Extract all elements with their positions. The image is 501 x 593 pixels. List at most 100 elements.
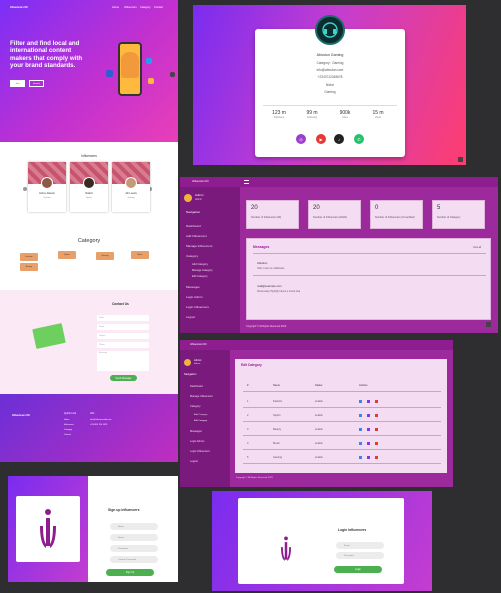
scroll-up-icon[interactable]: [170, 72, 175, 77]
sidebar-item-login-admin[interactable]: Login Admin: [186, 295, 203, 299]
contact-heading: Contact Us: [112, 302, 129, 306]
view-icon[interactable]: [367, 456, 370, 459]
influencer-card[interactable]: Rashid Sports: [70, 162, 108, 212]
category-tag[interactable]: Music: [131, 251, 149, 259]
subject-field[interactable]: Subject: [97, 333, 149, 339]
influencer-name: Ezinne Daniels: [39, 193, 55, 195]
password-field[interactable]: Password: [336, 552, 384, 559]
phone-field[interactable]: Phone: [97, 342, 149, 348]
sidebar-sub-edit-category[interactable]: Edit Category: [192, 275, 208, 278]
dashboard-brand[interactable]: Influencers Dir: [192, 180, 209, 183]
delete-icon[interactable]: [375, 414, 378, 417]
messages-title: Messages: [253, 245, 270, 249]
sidebar-item-login-influencers[interactable]: Login Influencers: [190, 450, 210, 453]
nav-home[interactable]: Home: [112, 6, 119, 9]
category-tag[interactable]: Beauty: [20, 263, 38, 271]
influencer-card[interactable]: Ezinne Daniels Fashion: [28, 162, 66, 212]
name-field[interactable]: Name: [97, 315, 149, 321]
sidebar-item-messages[interactable]: Messages: [190, 430, 202, 433]
sidebar-item-messages[interactable]: Messages: [186, 285, 200, 289]
sidebar-item-login-influencers[interactable]: Login Influencers: [186, 305, 209, 309]
brand-logo[interactable]: Influencers Dir: [10, 6, 28, 9]
edit-icon[interactable]: [359, 456, 362, 459]
email-field[interactable]: Email: [97, 324, 149, 330]
tiktok-icon[interactable]: ♪: [334, 134, 344, 144]
message-sender[interactable]: mail@example.com: [257, 284, 282, 288]
instagram-icon[interactable]: ◎: [296, 134, 306, 144]
view-icon[interactable]: [367, 414, 370, 417]
influencer-card[interactable]: John Lewis Gaming: [112, 162, 150, 212]
sidebar-sub-manage-category[interactable]: Manage Category: [192, 269, 213, 272]
stat-followers: 123 m Followers: [272, 110, 286, 119]
view-icon[interactable]: [367, 400, 370, 403]
twitter-icon: [146, 58, 152, 64]
edit-icon[interactable]: [359, 442, 362, 445]
delete-icon[interactable]: [375, 456, 378, 459]
sidebar-item-logout[interactable]: Logout: [186, 315, 195, 319]
password-field[interactable]: Password: [110, 545, 158, 552]
messages-panel: Messages View all Abiodun Hello I want t…: [246, 238, 491, 320]
delete-icon[interactable]: [375, 400, 378, 403]
avatar: [184, 194, 192, 202]
message-field[interactable]: Message: [97, 351, 149, 371]
profile-email: info@abiodun.com: [316, 68, 344, 72]
footer-link-home[interactable]: Home: [64, 419, 69, 422]
sidebar-item-manage-influencers[interactable]: Manage Influencers: [186, 244, 212, 248]
dashboard-sidebar: Admin Admin Navigation Dashboard Add Inf…: [180, 187, 240, 333]
sidebar-item-login-admin[interactable]: Login Admin: [190, 440, 204, 443]
edit-icon[interactable]: [359, 414, 362, 417]
email-field[interactable]: Email: [110, 534, 158, 541]
scroll-up-icon[interactable]: [486, 322, 491, 327]
whatsapp-icon[interactable]: ✆: [354, 134, 364, 144]
sidebar-sub-add-category[interactable]: Add Category: [192, 263, 208, 266]
signup-button[interactable]: Sign Up: [106, 569, 154, 576]
stat-card: 20 Number of Influencers (Delhi): [308, 200, 361, 229]
category-tag[interactable]: Fashion: [20, 253, 38, 261]
view-icon[interactable]: [367, 428, 370, 431]
nav-contact[interactable]: Contact: [154, 6, 163, 9]
headphones-icon: [322, 22, 338, 38]
view-all-link[interactable]: View all: [473, 246, 481, 249]
login-button[interactable]: Login: [334, 566, 382, 573]
view-icon[interactable]: [367, 442, 370, 445]
sidebar-item-manage-influencers[interactable]: Manage Influencers: [190, 395, 213, 398]
category-tag[interactable]: Sports: [58, 251, 76, 259]
confirm-password-field[interactable]: Confirm Password: [110, 556, 158, 563]
sidebar-item-category[interactable]: Category: [190, 405, 201, 408]
delete-icon[interactable]: [375, 442, 378, 445]
delete-icon[interactable]: [375, 428, 378, 431]
footer-info-title: Info: [90, 412, 95, 415]
edit-icon[interactable]: [359, 428, 362, 431]
influencers-heading: Influencers: [81, 154, 97, 158]
sidebar-item-dashboard[interactable]: Dashboard: [190, 385, 203, 388]
admin-role: Admin: [195, 198, 202, 201]
youtube-icon[interactable]: ▶: [316, 134, 326, 144]
search-button[interactable]: Search: [29, 80, 44, 87]
admin-name: Admin: [194, 359, 202, 362]
footer-link-category[interactable]: Category: [64, 429, 72, 432]
category-tag[interactable]: Gaming: [96, 252, 114, 260]
edit-icon[interactable]: [359, 400, 362, 403]
email-field[interactable]: Email: [336, 542, 384, 549]
join-button[interactable]: Join: [10, 80, 25, 87]
nav-influencers[interactable]: Influencers: [124, 6, 137, 9]
message-sender[interactable]: Abiodun: [257, 261, 267, 265]
category-footer: Copyright © All Rights Reserved 2023: [236, 477, 273, 479]
dashboard-brand[interactable]: Influencers Dir: [190, 343, 207, 346]
sidebar-sub-add-category[interactable]: Add Category: [194, 414, 207, 416]
prev-arrow-icon[interactable]: [23, 187, 27, 191]
footer-link-contact[interactable]: Contact: [64, 434, 71, 437]
send-message-button[interactable]: Send Message: [110, 375, 137, 381]
profile-phone: +2347012345678: [317, 75, 343, 79]
footer-link-influencers[interactable]: Influencers: [64, 424, 74, 427]
sidebar-item-category[interactable]: Category: [186, 254, 198, 258]
nav-category[interactable]: Category: [140, 6, 151, 9]
sidebar-item-add-influencers[interactable]: Add Influencers: [186, 234, 207, 238]
sidebar-item-logout[interactable]: Logout: [190, 460, 198, 463]
menu-icon[interactable]: [244, 180, 249, 184]
sidebar-sub-edit-category[interactable]: Edit Category: [194, 420, 207, 422]
scroll-up-icon[interactable]: [458, 157, 463, 162]
category-table: Edit Category # Name Status Actions 1 Fa…: [235, 359, 447, 473]
name-field[interactable]: Name: [110, 523, 158, 530]
sidebar-item-dashboard[interactable]: Dashboard: [186, 224, 201, 228]
